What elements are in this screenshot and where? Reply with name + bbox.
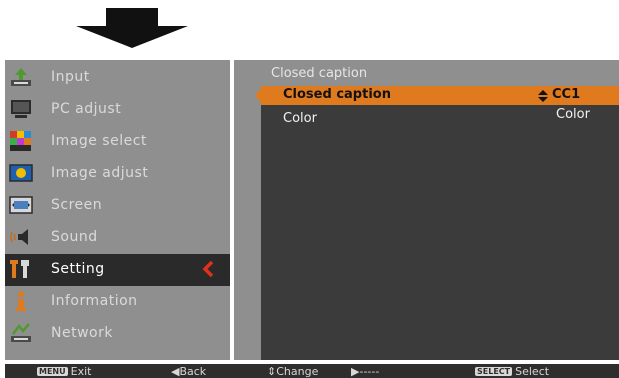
row-pointer-icon xyxy=(255,86,263,105)
select-key-badge: SELECT xyxy=(475,367,513,376)
menu-item-label: PC adjust xyxy=(51,101,122,117)
color-value[interactable]: Color xyxy=(556,107,590,122)
panel-title: Closed caption xyxy=(271,66,368,81)
up-down-arrows-icon xyxy=(538,90,548,102)
menu-item-image-adjust[interactable]: Image adjust xyxy=(5,158,230,190)
menu-item-label: Sound xyxy=(51,229,98,245)
down-arrow-icon xyxy=(76,8,188,48)
menu-item-image-select[interactable]: Image select xyxy=(5,126,230,158)
image-adjust-icon xyxy=(9,164,33,182)
menu-item-sound[interactable]: Sound xyxy=(5,222,230,254)
menu-item-label: Screen xyxy=(51,197,103,213)
status-select: SELECT Select xyxy=(475,365,550,378)
color-label: Color xyxy=(283,111,317,126)
submenu-content xyxy=(261,86,619,360)
closed-caption-label: Closed caption xyxy=(283,87,391,102)
menu-item-label: Information xyxy=(51,293,138,309)
menu-item-label: Input xyxy=(51,69,90,85)
menu-item-label: Image select xyxy=(51,133,147,149)
menu-item-input[interactable]: Input xyxy=(5,62,230,94)
setting-icon xyxy=(10,260,29,278)
menu-item-pc-adjust[interactable]: PC adjust xyxy=(5,94,230,126)
menu-item-label: Network xyxy=(51,325,113,341)
menu-item-network[interactable]: Network xyxy=(5,318,230,350)
status-back: ◀Back xyxy=(171,365,207,378)
network-icon xyxy=(11,323,31,342)
menu-item-label: Setting xyxy=(51,261,105,277)
menu-item-screen[interactable]: Screen xyxy=(5,190,230,222)
menu-item-label: Image adjust xyxy=(51,165,149,181)
menu-item-setting[interactable]: Setting xyxy=(5,254,230,286)
menu-key-badge: MENU xyxy=(37,367,68,376)
main-menu: Input PC adjust Image select Image adjus xyxy=(5,60,230,360)
menu-item-information[interactable]: Information xyxy=(5,286,230,318)
closed-caption-value[interactable]: CC1 xyxy=(552,87,580,102)
status-next: ▶----- xyxy=(351,365,380,378)
chevron-left-icon xyxy=(202,260,214,278)
status-bar: MENU Exit ◀Back ⇕Change ▶----- SELECT Sele… xyxy=(5,364,619,378)
screen-icon xyxy=(9,196,33,214)
information-icon xyxy=(16,291,26,311)
sound-icon xyxy=(10,229,28,245)
image-select-icon xyxy=(10,131,31,151)
status-exit: MENU Exit xyxy=(37,365,92,378)
pc-adjust-icon xyxy=(11,100,31,118)
status-change: ⇕Change xyxy=(267,365,319,378)
input-icon xyxy=(11,68,31,86)
